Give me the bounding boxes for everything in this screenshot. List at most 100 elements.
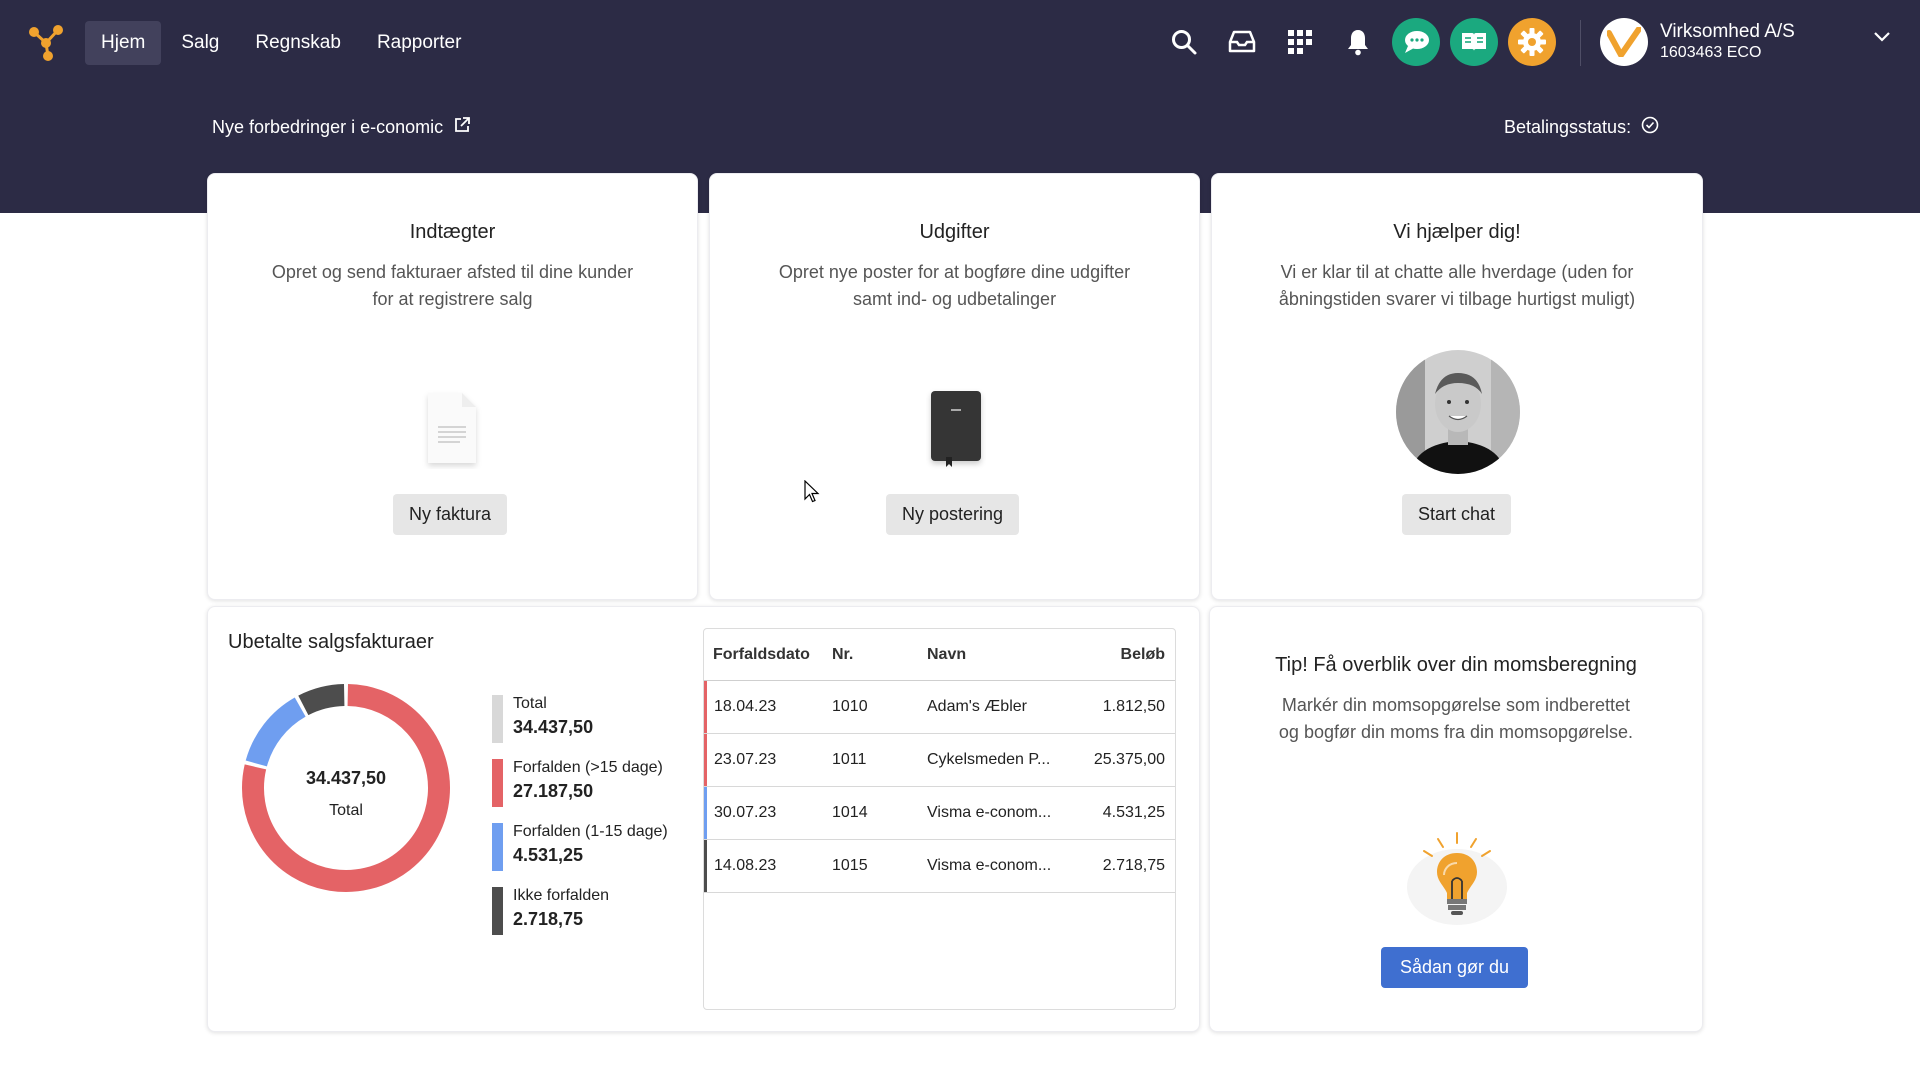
expenses-title: Udgifter bbox=[919, 221, 990, 243]
income-card: Indtægter Opret og send fakturaer afsted… bbox=[207, 173, 698, 600]
legend-label: Forfalden (>15 dage) bbox=[513, 759, 663, 776]
legend-label: Ikke forfalden bbox=[513, 887, 610, 904]
row-number: 1014 bbox=[832, 804, 868, 821]
row-name: Cykelsmeden P... bbox=[927, 751, 1051, 768]
legend-value: 4.531,25 bbox=[513, 845, 584, 865]
help-desc-line1: Vi er klar til at chatte alle hverdage (… bbox=[1280, 262, 1634, 282]
legend-label: Total bbox=[513, 695, 547, 712]
expenses-description: Opret nye poster for at bogføre dine udg… bbox=[710, 259, 1199, 313]
legend-swatch bbox=[492, 759, 503, 807]
table-row[interactable]: 30.07.23 1014 Visma e-conom... 4.531,25 bbox=[704, 787, 1175, 840]
unpaid-invoices-table: Forfaldsdato Nr. Navn Beløb 18.04.23 101… bbox=[703, 628, 1176, 1010]
header-number[interactable]: Nr. bbox=[824, 646, 919, 664]
tip-card: Tip! Få overblik over din momsberegning … bbox=[1209, 606, 1703, 1032]
donut-total-value: 34.437,50 bbox=[305, 768, 387, 788]
topbar-divider bbox=[1580, 20, 1581, 66]
expenses-desc-line2: samt ind- og udbetalinger bbox=[852, 289, 1057, 309]
tip-desc-line2: og bogfør din moms fra din momsopgørelse… bbox=[1278, 722, 1634, 742]
new-invoice-button[interactable]: Ny faktura bbox=[393, 494, 508, 535]
nav-item-rapporter[interactable]: Rapporter bbox=[361, 21, 478, 65]
legend-not-overdue: Ikke forfalden 2.718,75 bbox=[492, 887, 609, 935]
header-due-date[interactable]: Forfaldsdato bbox=[704, 646, 824, 664]
row-status-marker bbox=[704, 734, 707, 786]
bell-icon[interactable] bbox=[1334, 18, 1382, 66]
unpaid-invoices-title: Ubetalte salgsfakturaer bbox=[228, 631, 434, 653]
news-link-label: Nye forbedringer i e-conomic bbox=[212, 117, 444, 137]
row-name: Visma e-conom... bbox=[927, 804, 1052, 821]
document-icon bbox=[422, 389, 482, 474]
search-icon[interactable] bbox=[1160, 18, 1208, 66]
check-circle-icon bbox=[1641, 116, 1659, 139]
gear-icon[interactable] bbox=[1508, 18, 1556, 66]
row-amount: 4.531,25 bbox=[1102, 804, 1165, 821]
row-amount: 25.375,00 bbox=[1093, 751, 1165, 768]
header-amount[interactable]: Beløb bbox=[1059, 646, 1175, 664]
apps-grid-icon[interactable] bbox=[1276, 18, 1324, 66]
table-header: Forfaldsdato Nr. Navn Beløb bbox=[704, 629, 1175, 681]
nav-item-hjem[interactable]: Hjem bbox=[85, 21, 162, 65]
help-description: Vi er klar til at chatte alle hverdage (… bbox=[1212, 259, 1702, 313]
legend-swatch bbox=[492, 695, 503, 743]
row-name: Visma e-conom... bbox=[927, 857, 1052, 874]
income-desc-line1: Opret og send fakturaer afsted til dine … bbox=[271, 262, 634, 282]
company-logo bbox=[1600, 18, 1648, 66]
chat-icon[interactable] bbox=[1392, 18, 1440, 66]
company-name: Virksomhed A/S bbox=[1660, 21, 1795, 42]
expenses-card: Udgifter Opret nye poster for at bogføre… bbox=[709, 173, 1200, 600]
legend-overdue-long: Forfalden (>15 dage) 27.187,50 bbox=[492, 759, 663, 807]
legend-overdue-short: Forfalden (1-15 dage) 4.531,25 bbox=[492, 823, 668, 871]
news-link[interactable]: Nye forbedringer i e-conomic bbox=[212, 116, 471, 139]
row-amount: 2.718,75 bbox=[1102, 857, 1165, 874]
row-status-marker bbox=[704, 787, 707, 839]
legend-value: 34.437,50 bbox=[513, 717, 594, 737]
header-name[interactable]: Navn bbox=[919, 646, 1059, 664]
legend-swatch bbox=[492, 887, 503, 935]
row-number: 1015 bbox=[832, 857, 868, 874]
donut-slice-not-overdue bbox=[298, 684, 345, 716]
row-number: 1010 bbox=[832, 698, 868, 715]
row-amount: 1.812,50 bbox=[1102, 698, 1165, 715]
income-description: Opret og send fakturaer afsted til dine … bbox=[208, 259, 697, 313]
expenses-desc-line1: Opret nye poster for at bogføre dine udg… bbox=[778, 262, 1131, 282]
payment-status-label: Betalingsstatus: bbox=[1504, 117, 1632, 137]
tip-description: Markér din momsopgørelse som indberettet… bbox=[1210, 692, 1702, 746]
inbox-icon[interactable] bbox=[1218, 18, 1266, 66]
income-title: Indtægter bbox=[409, 221, 496, 243]
chevron-down-icon[interactable] bbox=[1873, 30, 1891, 48]
row-name: Adam's Æbler bbox=[927, 698, 1027, 715]
income-desc-line2: for at registrere salg bbox=[372, 289, 533, 309]
legend-total: Total 34.437,50 bbox=[492, 695, 593, 743]
row-status-marker bbox=[704, 681, 707, 733]
ledger-book-icon bbox=[926, 387, 986, 476]
company-id: 1603463 ECO bbox=[1660, 44, 1762, 61]
new-posting-button[interactable]: Ny postering bbox=[886, 494, 1020, 535]
book-icon[interactable] bbox=[1450, 18, 1498, 66]
donut-total-label: Total bbox=[329, 802, 363, 819]
tip-desc-line1: Markér din momsopgørelse som indberettet bbox=[1281, 695, 1631, 715]
nav-item-salg[interactable]: Salg bbox=[165, 21, 235, 65]
lightbulb-icon bbox=[1402, 829, 1512, 934]
help-desc-line2: åbningstiden svarer vi tilbage hurtigst … bbox=[1278, 289, 1636, 309]
row-status-marker bbox=[704, 840, 707, 892]
table-row[interactable]: 14.08.23 1015 Visma e-conom... 2.718,75 bbox=[704, 840, 1175, 893]
legend-label: Forfalden (1-15 dage) bbox=[513, 823, 668, 840]
table-row[interactable]: 23.07.23 1011 Cykelsmeden P... 25.375,00 bbox=[704, 734, 1175, 787]
app-logo[interactable] bbox=[26, 22, 66, 62]
help-title: Vi hjælper dig! bbox=[1393, 221, 1521, 243]
nav-item-regnskab[interactable]: Regnskab bbox=[239, 21, 357, 65]
legend-value: 27.187,50 bbox=[513, 781, 594, 801]
main-nav: Hjem Salg Regnskab Rapporter bbox=[85, 21, 477, 65]
legend-value: 2.718,75 bbox=[513, 909, 584, 929]
payment-status[interactable]: Betalingsstatus: bbox=[1504, 116, 1659, 139]
row-date: 23.07.23 bbox=[714, 751, 777, 768]
company-switcher[interactable]: Virksomhed A/S 1603463 ECO bbox=[1600, 18, 1795, 66]
how-to-button[interactable]: Sådan gør du bbox=[1381, 947, 1529, 988]
start-chat-button[interactable]: Start chat bbox=[1402, 494, 1512, 535]
top-navigation-bar: Hjem Salg Regnskab Rapporter Virksomhed … bbox=[0, 0, 1920, 85]
legend-swatch bbox=[492, 823, 503, 871]
donut-slice-overdue-short bbox=[245, 697, 306, 767]
help-card: Vi hjælper dig! Vi er klar til at chatte… bbox=[1211, 173, 1703, 600]
external-link-icon bbox=[453, 116, 471, 139]
row-date: 30.07.23 bbox=[714, 804, 777, 821]
table-row[interactable]: 18.04.23 1010 Adam's Æbler 1.812,50 bbox=[704, 681, 1175, 734]
